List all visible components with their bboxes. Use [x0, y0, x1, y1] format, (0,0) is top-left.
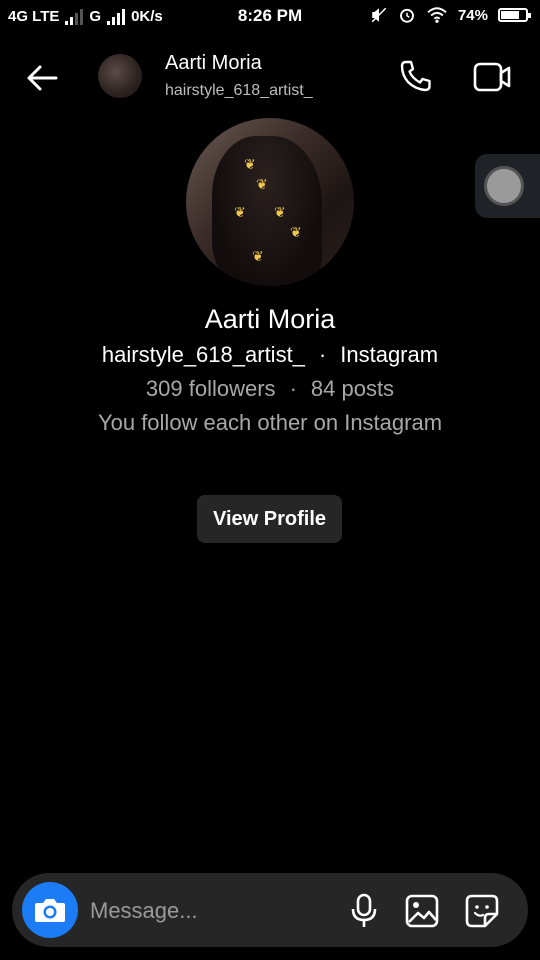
message-composer — [12, 873, 528, 947]
profile-username-line: hairstyle_618_artist_ · Instagram — [0, 342, 540, 368]
butterfly-icon: ❦ — [252, 248, 264, 264]
posts-count: 84 posts — [310, 376, 395, 401]
battery-icon — [498, 8, 531, 22]
followers-count: 309 followers — [145, 376, 276, 401]
alarm-icon — [398, 6, 416, 24]
gallery-icon — [405, 894, 439, 928]
profile-name: Aarti Moria — [204, 304, 336, 334]
avatar[interactable] — [98, 54, 142, 98]
butterfly-icon: ❦ — [274, 204, 286, 220]
video-call-button[interactable] — [472, 60, 512, 94]
profile-username: hairstyle_618_artist_ — [101, 342, 305, 367]
butterfly-icon: ❦ — [244, 156, 256, 172]
profile-stats: 309 followers · 84 posts — [0, 376, 540, 402]
microphone-icon — [351, 893, 377, 927]
back-arrow-icon — [27, 65, 58, 91]
view-profile-button[interactable]: View Profile — [197, 495, 342, 543]
profile-avatar-large[interactable]: ❦ ❦ ❦ ❦ ❦ ❦ — [186, 118, 354, 286]
video-icon — [473, 62, 511, 92]
voice-message-button[interactable] — [348, 893, 380, 929]
mutual-follow-text: You follow each other on Instagram — [97, 410, 443, 435]
header-username[interactable]: hairstyle_618_artist_ — [165, 82, 313, 100]
header-contact-name[interactable]: Aarti Moria — [165, 52, 262, 75]
battery-percent: 74% — [457, 6, 488, 24]
butterfly-icon: ❦ — [256, 176, 268, 192]
floating-assistive-button[interactable] — [475, 154, 540, 218]
back-button[interactable] — [22, 58, 62, 98]
voice-call-button[interactable] — [398, 58, 434, 94]
message-input[interactable] — [90, 895, 340, 927]
phone-icon — [400, 60, 431, 92]
butterfly-icon: ❦ — [234, 204, 246, 220]
wifi-icon — [426, 6, 448, 24]
status-bar: 4G LTE G 0K/s 8:26 PM 74% — [0, 0, 540, 34]
gallery-button[interactable] — [404, 893, 440, 929]
profile-platform: Instagram — [340, 342, 439, 367]
assistive-dot-icon — [484, 166, 524, 206]
separator-dot: · — [318, 342, 327, 367]
status-right: 74% — [370, 6, 531, 24]
butterfly-icon: ❦ — [290, 224, 302, 240]
sticker-icon — [465, 894, 499, 928]
profile-photo — [212, 136, 322, 286]
chat-header: Aarti Moria hairstyle_618_artist_ — [0, 40, 540, 116]
separator-dot: · — [289, 376, 297, 401]
sticker-button[interactable] — [464, 893, 500, 929]
mute-icon — [370, 6, 388, 24]
camera-icon — [35, 899, 65, 922]
camera-button[interactable] — [22, 882, 78, 938]
